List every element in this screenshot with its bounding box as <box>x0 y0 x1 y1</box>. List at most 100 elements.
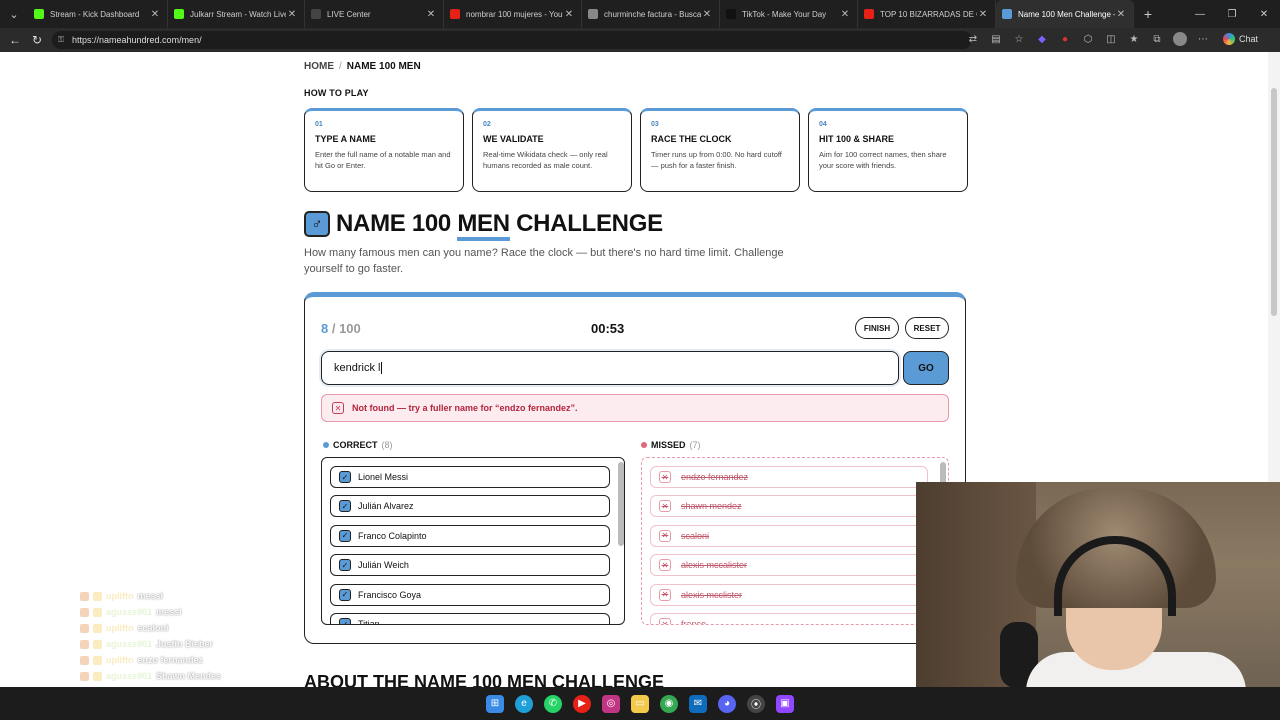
check-icon: ✓ <box>339 500 351 513</box>
tab-actions-icon[interactable]: ⌄ <box>0 0 28 28</box>
chat-username: agusss901 <box>106 671 153 681</box>
correct-dot-icon <box>323 442 329 448</box>
step-description: Enter the full name of a notable man and… <box>315 150 451 170</box>
go-button[interactable]: GO <box>903 351 949 385</box>
browser-tab[interactable]: TikTok - Make Your Day ✕ <box>720 0 858 28</box>
tab-close-icon[interactable]: ✕ <box>839 9 851 20</box>
minimize-icon[interactable]: — <box>1184 0 1216 28</box>
chat-text: enzo fernandez <box>137 655 204 665</box>
whatsapp-icon[interactable]: ✆ <box>544 694 562 713</box>
tab-close-icon[interactable]: ✕ <box>977 9 989 20</box>
chrome-icon[interactable]: ◉ <box>660 694 678 713</box>
correct-item-name: Franco Colapinto <box>358 530 427 541</box>
more-menu-icon[interactable]: ⋯ <box>1196 32 1210 46</box>
back-icon[interactable]: ← <box>4 29 26 51</box>
correct-item-name: Julián Alvarez <box>358 501 414 512</box>
breadcrumb-home[interactable]: HOME <box>304 61 334 72</box>
browser-tab[interactable]: nombrar 100 mujeres - You ✕ <box>444 0 582 28</box>
reader-icon[interactable]: ▤ <box>989 32 1003 46</box>
close-window-icon[interactable]: ✕ <box>1248 0 1280 28</box>
chat-badge-icon <box>80 639 89 649</box>
chat-username: uplifto <box>106 623 134 633</box>
copilot-chat-button[interactable]: Chat <box>1222 33 1258 45</box>
text-caret <box>381 362 383 374</box>
name-input[interactable]: kendrick l <box>321 351 899 385</box>
chat-text: messi <box>156 607 182 617</box>
how-to-play-step: 02 WE VALIDATE Real-time Wikidata check — … <box>472 108 632 192</box>
instagram-icon[interactable]: ◎ <box>602 694 620 713</box>
chat-badge-icon <box>80 655 89 665</box>
tab-close-icon[interactable]: ✕ <box>563 9 575 20</box>
tab-title: churminche factura - Buscar <box>604 9 701 19</box>
browser-tab[interactable]: churminche factura - Buscar ✕ <box>582 0 720 28</box>
outlook-icon[interactable]: ✉ <box>689 694 707 713</box>
favorites-icon[interactable]: ★ <box>1127 32 1141 46</box>
chat-username: agusss901 <box>106 607 153 617</box>
breadcrumb-current: NAME 100 MEN <box>346 61 421 72</box>
extension-icon[interactable]: ● <box>1058 32 1072 46</box>
tab-favicon-icon <box>588 9 598 19</box>
chat-label: Chat <box>1238 34 1258 44</box>
chat-username: uplifto <box>106 591 134 601</box>
step-description: Real-time Wikidata check — only real hum… <box>483 150 608 170</box>
title-pre: NAME 100 <box>336 210 458 237</box>
tab-close-icon[interactable]: ✕ <box>425 9 437 20</box>
cross-icon: ✕ <box>659 529 671 542</box>
chat-username: uplifto <box>106 655 134 665</box>
url-text: https://nameahundred.com/men/ <box>72 35 202 45</box>
how-to-play-step: 01 TYPE A NAME Enter the full name of a no… <box>304 108 464 192</box>
tab-title: TOP 10 BIZARRADAS DE CO <box>880 9 977 19</box>
reset-button[interactable]: RESET <box>905 317 949 339</box>
browser-tab[interactable]: Stream - Kick Dashboard ✕ <box>28 0 168 28</box>
file-explorer-icon[interactable]: ▭ <box>631 694 649 713</box>
missed-label: MISSED <box>651 440 686 450</box>
how-to-play-step: 04 HIT 100 & SHARE Aim for 100 correct nam… <box>808 108 968 192</box>
obs-icon[interactable]: ⦿ <box>747 694 765 713</box>
missed-item: ✕ alexis mcclister <box>650 583 928 606</box>
extension-icon[interactable]: ◆ <box>1035 32 1049 46</box>
maximize-icon[interactable]: ❐ <box>1216 0 1248 28</box>
error-alert: ✕ Not found — try a fuller name for “end… <box>321 394 949 422</box>
tab-close-icon[interactable]: ✕ <box>1115 9 1127 20</box>
chat-badge-icon <box>93 671 102 681</box>
correct-list[interactable]: ✓ Lionel Messi ✓ Julián Alvarez ✓ Franco Cola… <box>321 457 625 625</box>
browser-tab[interactable]: Name 100 Men Challenge — ✕ <box>996 0 1134 28</box>
discord-icon[interactable]: ◕ <box>718 694 736 713</box>
browser-tab[interactable]: Julkarr Stream - Watch Live ✕ <box>168 0 305 28</box>
browser-tab[interactable]: LIVE Center ✕ <box>305 0 444 28</box>
profile-avatar[interactable] <box>1173 32 1187 46</box>
tab-favicon-icon <box>34 9 44 19</box>
tab-title: LIVE Center <box>327 9 371 19</box>
chat-message: agusss901 messi <box>80 604 221 620</box>
favorite-icon[interactable]: ☆ <box>1012 32 1026 46</box>
site-info-icon[interactable]: ⚿ <box>58 35 64 45</box>
correct-list-scrollbar[interactable] <box>618 462 624 546</box>
breadcrumb-separator: / <box>339 61 342 72</box>
tab-close-icon[interactable]: ✕ <box>701 9 713 20</box>
edge-icon[interactable]: e <box>515 694 533 713</box>
refresh-icon[interactable]: ↻ <box>26 29 48 51</box>
translate-icon[interactable]: ⇄ <box>966 32 980 46</box>
browser-tab[interactable]: TOP 10 BIZARRADAS DE CO✕ <box>858 0 996 28</box>
tab-close-icon[interactable]: ✕ <box>286 9 298 20</box>
finish-button[interactable]: FINISH <box>855 317 899 339</box>
extensions-icon[interactable]: ⬡ <box>1081 32 1095 46</box>
page-scrollbar-thumb[interactable] <box>1271 88 1277 316</box>
tab-close-icon[interactable]: ✕ <box>149 9 161 20</box>
collections-icon[interactable]: ⧉ <box>1150 32 1164 46</box>
missed-item-name: scaloni <box>681 530 710 541</box>
correct-item-name: Francisco Goya <box>358 589 422 600</box>
missed-dot-icon <box>641 442 647 448</box>
step-title: RACE THE CLOCK <box>651 134 732 144</box>
start-icon[interactable]: ⊞ <box>486 694 504 713</box>
twitch-icon[interactable]: ▣ <box>776 694 794 713</box>
missed-list[interactable]: ✕ endzo fernandez ✕ shawn mendez ✕ scaloni ✕ al… <box>641 457 949 625</box>
windows-taskbar: ⊞ e ✆ ▶ ◎ ▭ ◉ ✉ ◕ ⦿ ▣ <box>0 687 1280 720</box>
url-field[interactable]: ⚿ https://nameahundred.com/men/ <box>52 31 972 49</box>
page-title: ♂ NAME 100 MEN CHALLENGE <box>304 210 663 241</box>
chat-badge-icon <box>93 655 102 665</box>
correct-count: (8) <box>381 440 393 450</box>
new-tab-icon[interactable]: + <box>1134 6 1162 22</box>
split-screen-icon[interactable]: ◫ <box>1104 32 1118 46</box>
youtube-icon[interactable]: ▶ <box>573 694 591 713</box>
